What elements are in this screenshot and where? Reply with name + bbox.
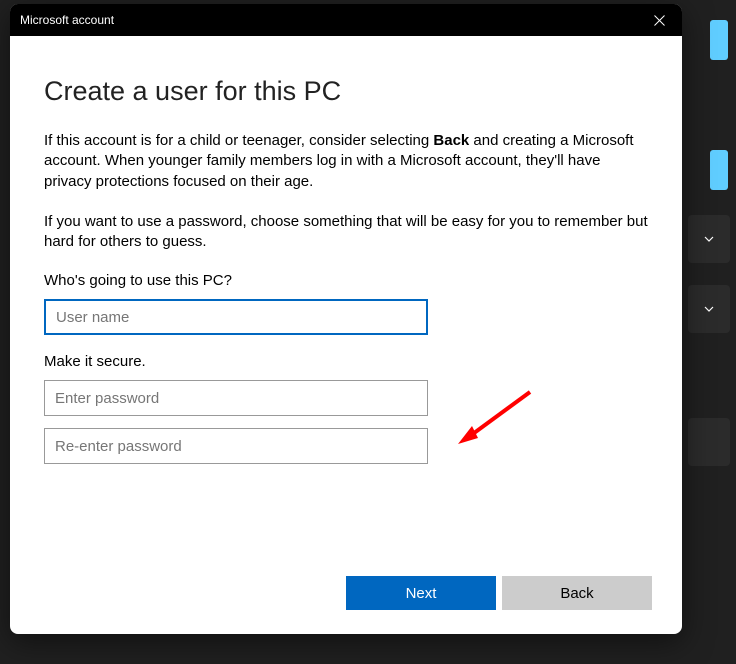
password-input[interactable] xyxy=(44,380,428,416)
titlebar: Microsoft account xyxy=(10,4,682,36)
bg-expander[interactable] xyxy=(688,215,730,263)
intro-text: If this account is for a child or teenag… xyxy=(44,132,433,149)
next-button[interactable]: Next xyxy=(346,576,496,610)
page-title: Create a user for this PC xyxy=(44,76,648,107)
close-button[interactable] xyxy=(636,4,682,36)
close-icon xyxy=(654,15,665,26)
account-dialog: Microsoft account Create a user for this… xyxy=(10,4,682,634)
intro-paragraph-1: If this account is for a child or teenag… xyxy=(44,131,648,192)
username-label: Who's going to use this PC? xyxy=(44,272,648,289)
dialog-content: Create a user for this PC If this accoun… xyxy=(10,36,682,464)
bg-expander[interactable] xyxy=(688,285,730,333)
bg-panel xyxy=(688,418,730,466)
dialog-footer: Next Back xyxy=(346,576,652,610)
bg-accent-tile xyxy=(710,150,728,190)
window-title: Microsoft account xyxy=(20,13,114,27)
intro-paragraph-2: If you want to use a password, choose so… xyxy=(44,212,648,253)
username-input[interactable] xyxy=(44,299,428,335)
secure-label: Make it secure. xyxy=(44,353,648,370)
chevron-down-icon xyxy=(703,233,715,245)
back-button[interactable]: Back xyxy=(502,576,652,610)
password-confirm-input[interactable] xyxy=(44,428,428,464)
intro-bold: Back xyxy=(433,132,469,149)
chevron-down-icon xyxy=(703,303,715,315)
bg-accent-tile xyxy=(710,20,728,60)
